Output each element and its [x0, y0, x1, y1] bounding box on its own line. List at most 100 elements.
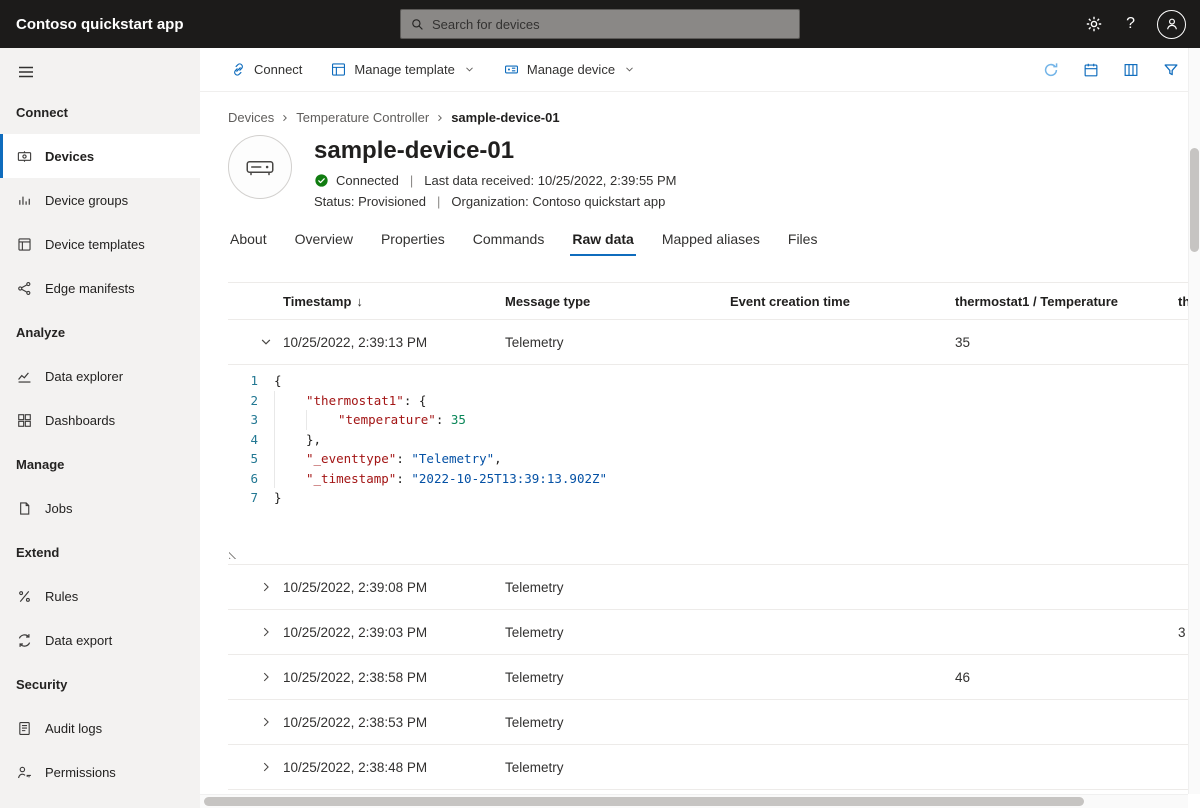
column-header-message-type[interactable]: Message type	[505, 294, 730, 309]
row-expand-button[interactable]	[228, 745, 283, 789]
row-expand-button[interactable]	[228, 610, 283, 654]
sidebar-item-audit-logs[interactable]: Audit logs	[0, 706, 200, 750]
sidebar-item-permissions[interactable]: Permissions	[0, 750, 200, 794]
sidebar-section-manage: Manage	[0, 442, 200, 486]
sidebar-item-device-templates[interactable]: Device templates	[0, 222, 200, 266]
devices-icon	[16, 148, 33, 165]
chevron-right-icon	[259, 670, 273, 684]
raw-data-table: Timestamp↓Message type Event creation tim…	[228, 282, 1188, 790]
code-line: 2"thermostat1": {	[228, 391, 1188, 411]
manage-template-button[interactable]: Manage template	[330, 61, 474, 78]
search-icon	[410, 17, 425, 32]
tab-properties[interactable]: Properties	[379, 225, 447, 256]
rules-icon	[16, 588, 33, 605]
search-input[interactable]	[432, 17, 790, 32]
column-header-th[interactable]: th	[1178, 294, 1188, 309]
code-text: "_eventtype": "Telemetry",	[274, 449, 502, 469]
sidebar-item-data-explorer[interactable]: Data explorer	[0, 354, 200, 398]
tab-about[interactable]: About	[228, 225, 269, 256]
json-token-punc: ,	[494, 449, 502, 469]
calendar-icon[interactable]	[1082, 61, 1100, 79]
sidebar-section-analyze: Analyze	[0, 310, 200, 354]
table-body: 10/25/2022, 2:39:13 PMTelemetry35 1{2"the…	[228, 320, 1188, 790]
jobs-icon	[16, 500, 33, 517]
sidebar-item-device-groups[interactable]: Device groups	[0, 178, 200, 222]
manage-device-button[interactable]: Manage device	[503, 61, 635, 78]
provision-status: Status: Provisioned	[314, 194, 426, 209]
json-token-punc: :	[436, 410, 451, 430]
row-expand-button[interactable]	[228, 700, 283, 744]
column-label: Message type	[505, 294, 590, 309]
sidebar-item-devices[interactable]: Devices	[0, 134, 200, 178]
filter-icon[interactable]	[1162, 61, 1180, 79]
permissions-icon	[16, 764, 33, 781]
provision-status-line: Status: Provisioned | Organization: Cont…	[314, 194, 677, 209]
cell-message-type: Telemetry	[505, 625, 730, 640]
sidebar-item-edge-manifests[interactable]: Edge manifests	[0, 266, 200, 310]
breadcrumb-item-devices[interactable]: Devices	[228, 110, 274, 125]
tab-files[interactable]: Files	[786, 225, 820, 256]
row-expand-button[interactable]	[228, 655, 283, 699]
json-token-punc: : {	[404, 391, 427, 411]
connect-label: Connect	[254, 62, 302, 77]
sidebar-item-rules[interactable]: Rules	[0, 574, 200, 618]
horizontal-scrollbar[interactable]	[200, 794, 1188, 808]
table-row[interactable]: 10/25/2022, 2:39:03 PMTelemetry3	[228, 610, 1188, 655]
table-header: Timestamp↓Message type Event creation tim…	[228, 282, 1188, 320]
sidebar-item-jobs[interactable]: Jobs	[0, 486, 200, 530]
resize-handle[interactable]	[229, 548, 240, 559]
vertical-scrollbar[interactable]	[1188, 48, 1200, 794]
json-token-num: 35	[451, 410, 466, 430]
row-expand-button[interactable]	[228, 565, 283, 609]
menu-icon[interactable]	[16, 62, 36, 82]
tab-mapped-aliases[interactable]: Mapped aliases	[660, 225, 762, 256]
sidebar-item-dashboards[interactable]: Dashboards	[0, 398, 200, 442]
json-token-key: "thermostat1"	[306, 391, 404, 411]
check-circle-icon	[314, 173, 329, 188]
column-options-icon[interactable]	[1122, 61, 1140, 79]
table-row[interactable]: 10/25/2022, 2:38:48 PMTelemetry	[228, 745, 1188, 790]
column-header-timestamp[interactable]: Timestamp↓	[283, 294, 505, 309]
cell-timestamp: 10/25/2022, 2:39:08 PM	[283, 580, 505, 595]
cell-message-type: Telemetry	[505, 580, 730, 595]
table-row[interactable]: 10/25/2022, 2:38:58 PMTelemetry46	[228, 655, 1188, 700]
vertical-scrollbar-thumb[interactable]	[1190, 148, 1199, 252]
sidebar-item-data-export[interactable]: Data export	[0, 618, 200, 662]
code-line: 5"_eventtype": "Telemetry",	[228, 449, 1188, 469]
column-header-event-creation-time[interactable]: Event creation time	[730, 294, 955, 309]
dashboards-icon	[16, 412, 33, 429]
row-expand-button[interactable]	[228, 320, 283, 364]
connect-button[interactable]: Connect	[230, 61, 302, 78]
line-number: 1	[228, 371, 274, 391]
sidebar-item-label: Permissions	[45, 765, 116, 780]
code-text: {	[274, 371, 282, 391]
gear-icon[interactable]	[1084, 14, 1104, 34]
sidebar-item-label: Device templates	[45, 237, 145, 252]
table-row[interactable]: 10/25/2022, 2:39:13 PMTelemetry35	[228, 320, 1188, 365]
table-row[interactable]: 10/25/2022, 2:38:53 PMTelemetry	[228, 700, 1188, 745]
table-row[interactable]: 10/25/2022, 2:39:08 PMTelemetry	[228, 565, 1188, 610]
command-bar: Connect Manage template Manage device	[200, 48, 1200, 92]
breadcrumb: DevicesTemperature Controllersample-devi…	[228, 110, 1200, 125]
cell-timestamp: 10/25/2022, 2:38:48 PM	[283, 760, 505, 775]
sidebar-section-extend: Extend	[0, 530, 200, 574]
cell-message-type: Telemetry	[505, 335, 730, 350]
code-text: "temperature": 35	[274, 410, 466, 430]
edge-manifests-icon	[16, 280, 33, 297]
column-header-thermostat1-temperature[interactable]: thermostat1 / Temperature	[955, 294, 1178, 309]
sidebar-item-label: Devices	[45, 149, 94, 164]
manage-device-label: Manage device	[527, 62, 615, 77]
avatar[interactable]	[1157, 10, 1186, 39]
help-icon[interactable]: ?	[1126, 15, 1135, 33]
refresh-icon[interactable]	[1042, 61, 1060, 79]
search-box	[400, 9, 800, 39]
horizontal-scrollbar-thumb[interactable]	[204, 797, 1084, 806]
json-token-punc: :	[396, 469, 411, 489]
tab-overview[interactable]: Overview	[293, 225, 355, 256]
column-label: Timestamp	[283, 294, 351, 309]
tab-raw-data[interactable]: Raw data	[570, 225, 635, 256]
breadcrumb-item-temperature-controller[interactable]: Temperature Controller	[296, 110, 429, 125]
device-templates-icon	[16, 236, 33, 253]
cell-message-type: Telemetry	[505, 715, 730, 730]
tab-commands[interactable]: Commands	[471, 225, 547, 256]
